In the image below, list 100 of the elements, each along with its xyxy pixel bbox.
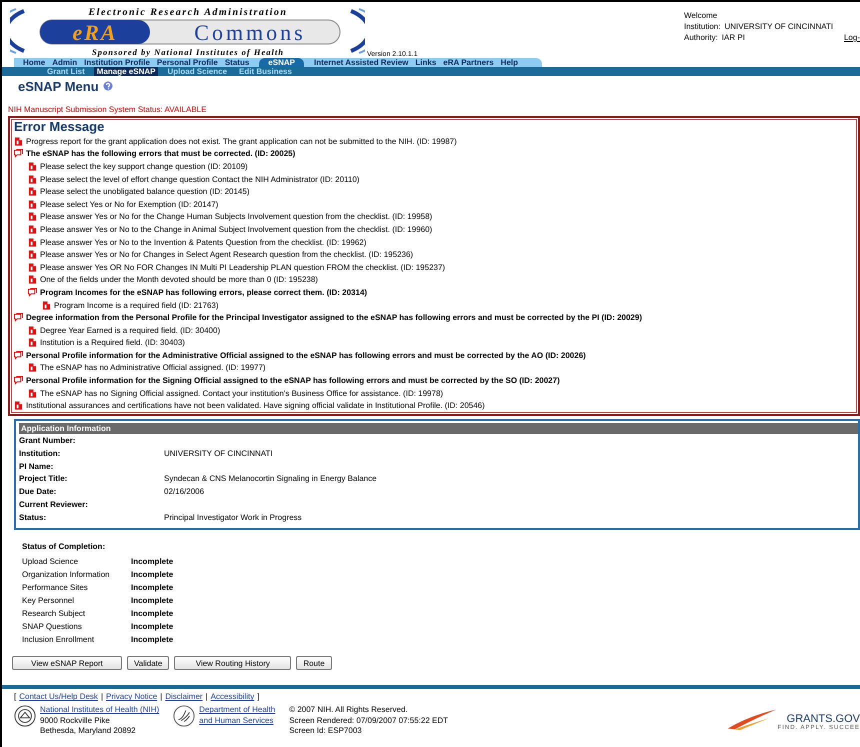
sub-nav-tab[interactable]: Edit Business	[236, 67, 295, 76]
user-info-label: Authority:	[684, 33, 718, 42]
field-label: Project Title:	[19, 474, 68, 484]
field-label: Status:	[19, 512, 48, 522]
footer-info-text: Screen Rendered: 07/09/2007 07:55:22 EDT	[289, 716, 448, 726]
logout-link[interactable]: Log-	[844, 33, 860, 42]
completion-status: Incomplete	[131, 582, 174, 592]
document-icon	[28, 238, 37, 247]
nav-tab[interactable]: Institution Profile	[81, 58, 153, 67]
page-title: eSNAP Menu	[18, 78, 99, 94]
nav-tab[interactable]: Help	[498, 58, 522, 67]
action-button[interactable]: View eSNAP Report	[12, 656, 122, 670]
footer-link[interactable]: Accessibility	[210, 692, 254, 702]
error-text: The eSNAP has no Signing Official assigned. Contact your institution's Business Office for assistance. (ID: 19978)	[40, 388, 444, 398]
section-name: Organization Information	[22, 570, 111, 579]
field-value: 02/16/2006	[164, 487, 204, 496]
system-status-text: NIH Manuscript Submission System Status: AVAILABLE	[8, 105, 208, 114]
error-text: Institution is a Required field. (ID: 30403)	[40, 338, 185, 348]
nav-tab[interactable]: Personal Profile	[154, 58, 221, 67]
field-label: Due Date:	[19, 487, 58, 496]
section-name: Research Subject	[22, 609, 86, 618]
era-commons-logo: Electronic Research Administration eRA Commons Sponsored by National Institutes of Health	[10, 5, 365, 57]
document-icon	[28, 250, 37, 260]
error-text: Please select Yes or No for Exemption (ID: 20147)	[40, 200, 218, 209]
address-text: 9000 Rockville Pike	[40, 716, 111, 726]
section-name: Performance Sites	[22, 582, 89, 592]
error-text: Please answer Yes or No to the Change in Animal Subject Involvement question from the checklist. (ID: 19960)	[40, 224, 432, 234]
hhs-link[interactable]: and Human Services	[199, 716, 276, 726]
nav-tab[interactable]: Admin	[49, 58, 80, 67]
field-label: Current Reviewer:	[19, 500, 89, 509]
document-icon	[14, 401, 23, 410]
nav-tab[interactable]: Internet Assisted Review	[310, 58, 412, 67]
completion-status: Incomplete	[131, 635, 174, 644]
bracket-text: ]	[257, 692, 260, 702]
error-panel-title: Error Message	[14, 119, 106, 135]
user-info-value: IAR PI	[722, 33, 745, 42]
nav-tab[interactable]: Home	[20, 58, 48, 67]
field-value: Principal Investigator Work in Progress	[164, 512, 302, 522]
error-text: Institutional assurances and certifications have not been validated. Have signing official validate in Institutional Profile. (ID: 20546)	[26, 401, 485, 410]
document-icon	[28, 200, 37, 209]
nav-tab[interactable]: Status	[222, 58, 252, 67]
separator-text: |	[100, 692, 104, 702]
document-icon	[28, 262, 37, 272]
nih-link[interactable]: National Institutes of Health (NIH)	[40, 705, 160, 716]
error-text: Please answer Yes OR No FOR Changes IN Multi PI Leadership PLAN question FROM the checklist. (ID: 195237)	[40, 262, 446, 272]
user-info-label: Welcome	[684, 11, 718, 20]
document-icon	[28, 187, 37, 196]
completion-status: Incomplete	[131, 596, 174, 605]
sub-nav-tab[interactable]: Upload Science	[164, 67, 230, 76]
document-icon	[28, 212, 37, 222]
hhs-link[interactable]: Department of Health	[199, 705, 276, 716]
document-icon	[28, 326, 37, 335]
document-icon	[14, 136, 23, 146]
document-icon	[28, 363, 37, 372]
document-icon	[28, 275, 37, 284]
nav-tab[interactable]: Links	[412, 58, 440, 67]
error-text: Degree Year Earned is a required field. (ID: 30400)	[40, 326, 220, 335]
field-label: PI Name:	[19, 462, 54, 471]
separator-text: |	[160, 692, 162, 702]
swoosh-logo-icon	[726, 707, 778, 732]
error-text: Please answer Yes or No for Changes in Select Agent Research question from the checklist. (ID: 195236)	[40, 250, 414, 260]
sub-nav-tab[interactable]: Grant List	[44, 67, 88, 76]
error-group-text: The eSNAP has the following errors that must be corrected. (ID: 20025)	[26, 149, 296, 158]
document-icon	[28, 174, 37, 184]
field-label: Grant Number:	[19, 436, 76, 445]
section-name: Key Personnel	[22, 596, 76, 605]
error-text: Please select the key support change question (ID: 20109)	[40, 162, 248, 171]
help-icon[interactable]	[102, 81, 113, 91]
error-text: Please answer Yes or No to the Invention & Patents Question from the checklist. (ID: 19962)	[40, 238, 366, 247]
error-text: Program Income is a required field (ID: 21763)	[54, 300, 219, 310]
document-icon	[28, 388, 37, 398]
grants-gov-name: GRANTS.GOV	[786, 713, 860, 726]
action-button[interactable]: Route	[296, 656, 332, 670]
speech-bubble-icon	[28, 288, 37, 297]
document-icon	[42, 300, 51, 310]
speech-bubble-icon	[14, 313, 23, 322]
document-icon	[28, 162, 37, 171]
completion-status: Incomplete	[131, 570, 174, 579]
speech-bubble-icon	[14, 350, 23, 360]
footer-link[interactable]: Privacy Notice	[106, 692, 158, 702]
error-text: The eSNAP has no Administrative Official assigned. (ID: 19977)	[40, 363, 266, 372]
error-group-text: Personal Profile information for the Administrative Official assigned to the eSNAP has following errors and must be corrected by the AO (ID: 20026)	[26, 350, 586, 360]
section-name: Inclusion Enrollment	[22, 635, 96, 644]
error-text: Progress report for the grant application does not exist. The grant application can not be submitted to the NIH. (ID: 19987)	[26, 136, 457, 146]
nav-tab[interactable]: eSNAP	[259, 58, 304, 67]
action-button[interactable]: Validate	[127, 656, 170, 670]
eagle-seal-icon	[173, 705, 196, 728]
field-label: Institution:	[19, 448, 62, 458]
completion-status: Incomplete	[131, 609, 174, 618]
footer-link[interactable]: Contact Us/Help Desk	[19, 692, 98, 702]
footer-link[interactable]: Disclaimer	[165, 692, 203, 702]
error-group-text: Personal Profile information for the Signing Official assigned to the eSNAP has following errors and must be corrected by the SO (ID: 20027)	[26, 376, 560, 386]
nav-tab[interactable]: eRA Partners	[440, 58, 497, 67]
separator-text: |	[206, 692, 208, 702]
footer-info-text: Screen Id: ESP7003	[289, 726, 363, 737]
document-icon	[28, 338, 37, 348]
action-button[interactable]: View Routing History	[174, 656, 292, 670]
address-text: Bethesda, Maryland 20892	[40, 726, 137, 737]
error-group-text: Program Incomes for the eSNAP has following errors, please correct them. (ID: 20314)	[40, 288, 368, 297]
sub-nav-tab[interactable]: Manage eSNAP	[94, 67, 158, 76]
